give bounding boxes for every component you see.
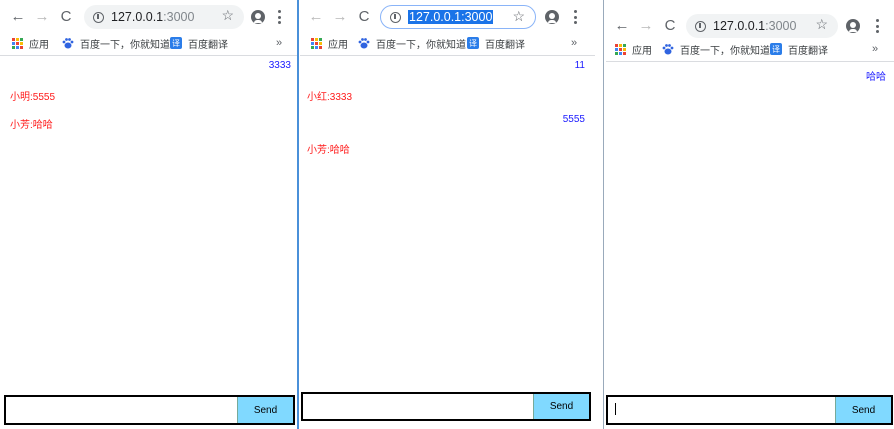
bookmark-translate[interactable]: 译 百度翻译: [467, 32, 525, 54]
back-arrow-icon[interactable]: ←: [9, 8, 27, 26]
baidu-translate-icon: 译: [770, 43, 782, 55]
chat-message: 3333: [268, 60, 291, 71]
chat-message: 哈哈: [866, 72, 886, 83]
address-bar[interactable]: 127.0.0.1:3000 ☆: [84, 5, 244, 29]
apps-grid-icon: [311, 37, 322, 49]
bookmark-label: 百度一下，你就知道: [80, 39, 170, 51]
toolbar-separator: [0, 55, 297, 56]
reload-icon[interactable]: C: [355, 8, 373, 26]
back-arrow-icon[interactable]: ←: [307, 8, 325, 26]
chat-message: 小芳:哈哈: [307, 145, 350, 156]
chat-form: Send: [301, 392, 591, 421]
bookmarks-overflow-icon[interactable]: »: [571, 32, 577, 54]
bookmark-label: 百度翻译: [188, 39, 228, 51]
bookmark-label: 百度翻译: [788, 45, 828, 57]
bookmark-baidu[interactable]: 百度一下，你就知道: [62, 32, 170, 54]
menu-icon[interactable]: [277, 10, 281, 24]
info-icon[interactable]: [390, 11, 401, 23]
url-host: 127.0.0.1: [713, 19, 766, 33]
bookmark-apps[interactable]: 应用: [12, 32, 49, 54]
bookmarks-bar: 应用 百度一下，你就知道 译 百度翻译 »: [606, 38, 894, 60]
chat-message: 小红:3333: [307, 92, 353, 103]
browser-window-2: ← → C 127.0.0.1:3000 ☆ 应用 百度一下，你就知道 译 百度…: [300, 0, 595, 429]
window-divider: [603, 0, 604, 429]
bookmark-apps[interactable]: 应用: [615, 38, 652, 60]
bookmarks-overflow-icon[interactable]: »: [872, 38, 878, 60]
baidu-paw-icon: [358, 38, 370, 49]
info-icon[interactable]: [695, 20, 706, 32]
reload-icon[interactable]: C: [57, 8, 75, 26]
bookmark-label: 百度一下，你就知道: [680, 45, 770, 57]
url-port: :3000: [765, 19, 797, 33]
baidu-paw-icon: [662, 44, 674, 55]
message-input[interactable]: [608, 397, 835, 423]
bookmark-baidu[interactable]: 百度一下，你就知道: [358, 32, 466, 54]
bookmark-star-icon[interactable]: ☆: [221, 7, 234, 24]
browser-window-3: ← → C 127.0.0.1:3000 ☆ 应用 百度一下，你就知道 译 百度…: [606, 0, 894, 429]
info-icon[interactable]: [93, 11, 104, 23]
browser-toolbar: ← → C 127.0.0.1:3000 ☆: [300, 4, 595, 34]
forward-arrow-icon[interactable]: →: [33, 8, 51, 26]
forward-arrow-icon[interactable]: →: [637, 17, 655, 35]
apps-grid-icon: [12, 37, 23, 49]
back-arrow-icon[interactable]: ←: [613, 17, 631, 35]
bookmark-star-icon[interactable]: ☆: [512, 8, 525, 25]
account-icon[interactable]: [846, 19, 860, 33]
menu-icon[interactable]: [875, 19, 879, 33]
baidu-translate-icon: 译: [467, 37, 479, 49]
url-host: 127.0.0.1: [111, 10, 164, 24]
browser-window-1: ← → C 127.0.0.1:3000 ☆ 应用 百度一下，你就知道 译 百度…: [0, 0, 297, 429]
bookmark-label: 应用: [632, 45, 652, 57]
bookmarks-bar: 应用 百度一下，你就知道 译 百度翻译 »: [0, 32, 297, 54]
bookmark-baidu[interactable]: 百度一下，你就知道: [662, 38, 770, 60]
bookmark-translate[interactable]: 译 百度翻译: [170, 32, 228, 54]
browser-toolbar: ← → C 127.0.0.1:3000 ☆: [0, 4, 297, 34]
address-bar[interactable]: 127.0.0.1:3000 ☆: [380, 5, 536, 29]
bookmark-label: 百度翻译: [485, 39, 525, 51]
chat-message: 小芳:哈哈: [10, 120, 53, 131]
account-icon[interactable]: [545, 10, 559, 24]
bookmark-star-icon[interactable]: ☆: [815, 16, 828, 33]
message-input[interactable]: [303, 394, 533, 419]
chat-form: Send: [4, 395, 295, 425]
bookmark-label: 百度一下，你就知道: [376, 39, 466, 51]
url-port: :3000: [163, 10, 195, 24]
baidu-paw-icon: [62, 38, 74, 49]
message-input[interactable]: [6, 397, 237, 423]
bookmark-label: 应用: [328, 39, 348, 51]
chat-message: 小明:5555: [10, 92, 56, 103]
bookmarks-bar: 应用 百度一下，你就知道 译 百度翻译 »: [300, 32, 595, 54]
menu-icon[interactable]: [573, 10, 577, 24]
reload-icon[interactable]: C: [661, 17, 679, 35]
bookmarks-overflow-icon[interactable]: »: [276, 32, 282, 54]
bookmark-apps[interactable]: 应用: [311, 32, 348, 54]
chat-form: Send: [606, 395, 893, 425]
send-button[interactable]: Send: [237, 397, 293, 423]
send-button[interactable]: Send: [533, 394, 589, 419]
chat-message: 5555: [562, 114, 585, 125]
bookmark-label: 应用: [29, 39, 49, 51]
url-selected: 127.0.0.1:3000: [408, 10, 494, 24]
toolbar-separator: [300, 55, 595, 56]
text-cursor: [615, 403, 616, 415]
account-icon[interactable]: [251, 10, 265, 24]
apps-grid-icon: [615, 43, 626, 55]
baidu-translate-icon: 译: [170, 37, 182, 49]
send-button[interactable]: Send: [835, 397, 891, 423]
chat-message: 11: [574, 60, 585, 71]
toolbar-separator: [606, 61, 894, 62]
forward-arrow-icon[interactable]: →: [331, 8, 349, 26]
address-bar[interactable]: 127.0.0.1:3000 ☆: [686, 14, 838, 38]
bookmark-translate[interactable]: 译 百度翻译: [770, 38, 828, 60]
